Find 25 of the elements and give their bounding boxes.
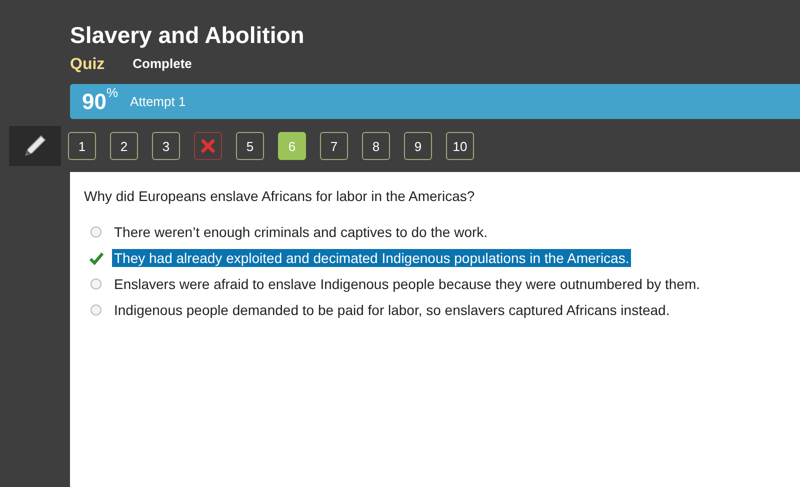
question-button[interactable]: 7: [320, 132, 348, 160]
question-button[interactable]: 3: [152, 132, 180, 160]
question-button[interactable]: 1: [68, 132, 96, 160]
quiz-title: Slavery and Abolition: [70, 21, 306, 50]
score-percent: 90$^{%}$: [82, 88, 118, 114]
tab[interactable]: Complete: [132, 56, 192, 74]
radio-button[interactable]: [90, 226, 102, 238]
pencil-button[interactable]: [9, 126, 61, 166]
question-button[interactable]: 10: [446, 132, 474, 160]
radio-button[interactable]: [90, 278, 102, 290]
question-text: Why did Europeans enslave Africans for labor in the Americas?: [84, 188, 476, 204]
answer-text: Enslavers were afraid to enslave Indigenous people because they were outnumbered by them.: [113, 275, 702, 293]
question-button[interactable]: 8: [362, 132, 390, 160]
answer-text: Indigenous people demanded to be paid for labor, so enslavers captured Africans instead.: [113, 301, 671, 319]
selected-answer-text: They had already exploited and decimated Indigenous populations in the Americas.: [112, 249, 632, 267]
incorrect-question-button[interactable]: [194, 132, 222, 160]
radio-button[interactable]: [90, 304, 102, 316]
pencil-icon: [22, 133, 48, 159]
question-button[interactable]: 9: [404, 132, 432, 160]
question-button[interactable]: 5: [236, 132, 264, 160]
answer-text: There weren’t enough criminals and captives to do the work.: [113, 223, 489, 241]
cross-icon: [201, 139, 215, 153]
tab[interactable]: Quiz: [70, 56, 105, 74]
attempt-label: Attempt 1: [130, 94, 186, 109]
question-button[interactable]: 2: [110, 132, 138, 160]
